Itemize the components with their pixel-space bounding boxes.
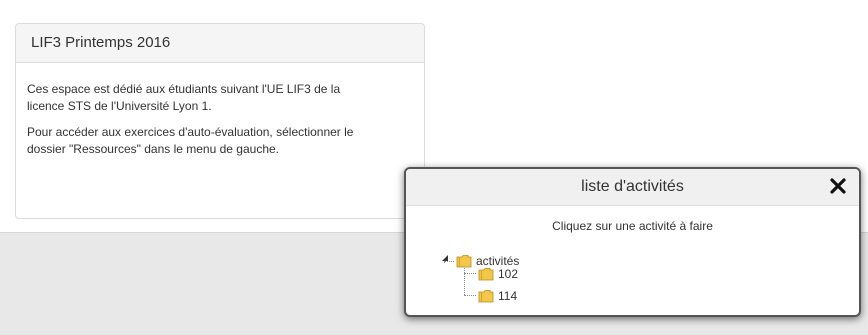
tree-connector (464, 273, 476, 274)
tree-node-label: 114 (498, 289, 518, 303)
tree-node-label: 102 (498, 267, 519, 281)
panel-paragraph-intro: Ces espace est dédié aux étudiants suiva… (27, 82, 341, 113)
tree-node-114[interactable]: 114 (478, 288, 517, 304)
folder-icon (478, 267, 494, 281)
tree-node-102[interactable]: 102 (478, 266, 518, 282)
activity-list-dialog: liste d'activités Cliquez sur une activi… (404, 167, 861, 317)
panel-title: LIF3 Printemps 2016 (16, 24, 424, 63)
folder-icon (456, 254, 472, 268)
panel-paragraph-instructions: Pour accéder aux exercices d'auto-évalua… (27, 125, 354, 156)
tree-expander-icon[interactable] (439, 251, 451, 263)
tree-connector (464, 295, 476, 296)
panel-body: Ces espace est dédié aux étudiants suiva… (27, 81, 372, 167)
activity-tree: activités 102 114 (406, 169, 859, 315)
folder-icon (478, 289, 494, 303)
